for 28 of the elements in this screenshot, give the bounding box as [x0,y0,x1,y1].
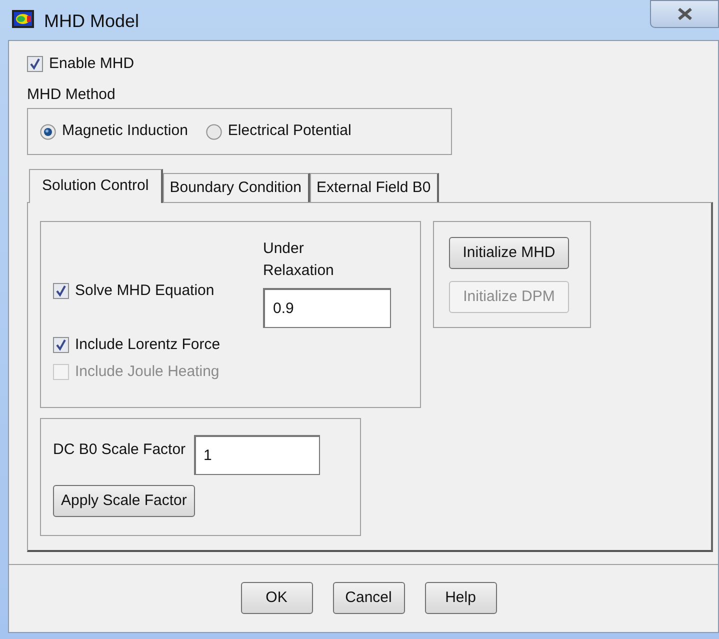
dialog-button[interactable]: Help [424,582,496,614]
checkbox-label: Solve MHD Equation [75,281,214,301]
under-relaxation-label: Under Relaxation [263,239,335,281]
window-title: MHD Model [44,10,140,33]
dialog-button[interactable]: OK [240,582,312,614]
radio-label: Magnetic Induction [62,121,188,142]
checkbox-label: Include Joule Heating [75,362,220,382]
close-button[interactable] [650,0,719,28]
checkbox-label: Enable MHD [49,54,134,74]
checkbox-label: Include Lorentz Force [75,335,220,355]
under-relaxation-field[interactable]: 0.9 [263,288,391,328]
checkbox[interactable] [53,337,69,354]
initialize-button[interactable]: Initialize MHD [449,237,569,269]
radio-button[interactable] [206,124,222,140]
radio-button[interactable] [40,124,56,140]
dialog-button[interactable]: Cancel [332,582,404,614]
app-icon [12,10,34,28]
checkbox[interactable] [27,56,43,72]
tab[interactable]: Solution Control [29,169,163,203]
tab[interactable]: Boundary Condition [162,173,310,203]
scale-factor-field[interactable]: 1 [194,435,320,475]
tab[interactable]: External Field B0 [310,173,439,203]
scale-factor-label: DC B0 Scale Factor [53,440,186,460]
close-icon [678,8,692,20]
radio-label: Electrical Potential [228,121,352,142]
checkbox[interactable] [53,283,69,300]
group-label: MHD Method [27,84,116,104]
apply-scale-factor-button[interactable]: Apply Scale Factor [53,485,195,517]
